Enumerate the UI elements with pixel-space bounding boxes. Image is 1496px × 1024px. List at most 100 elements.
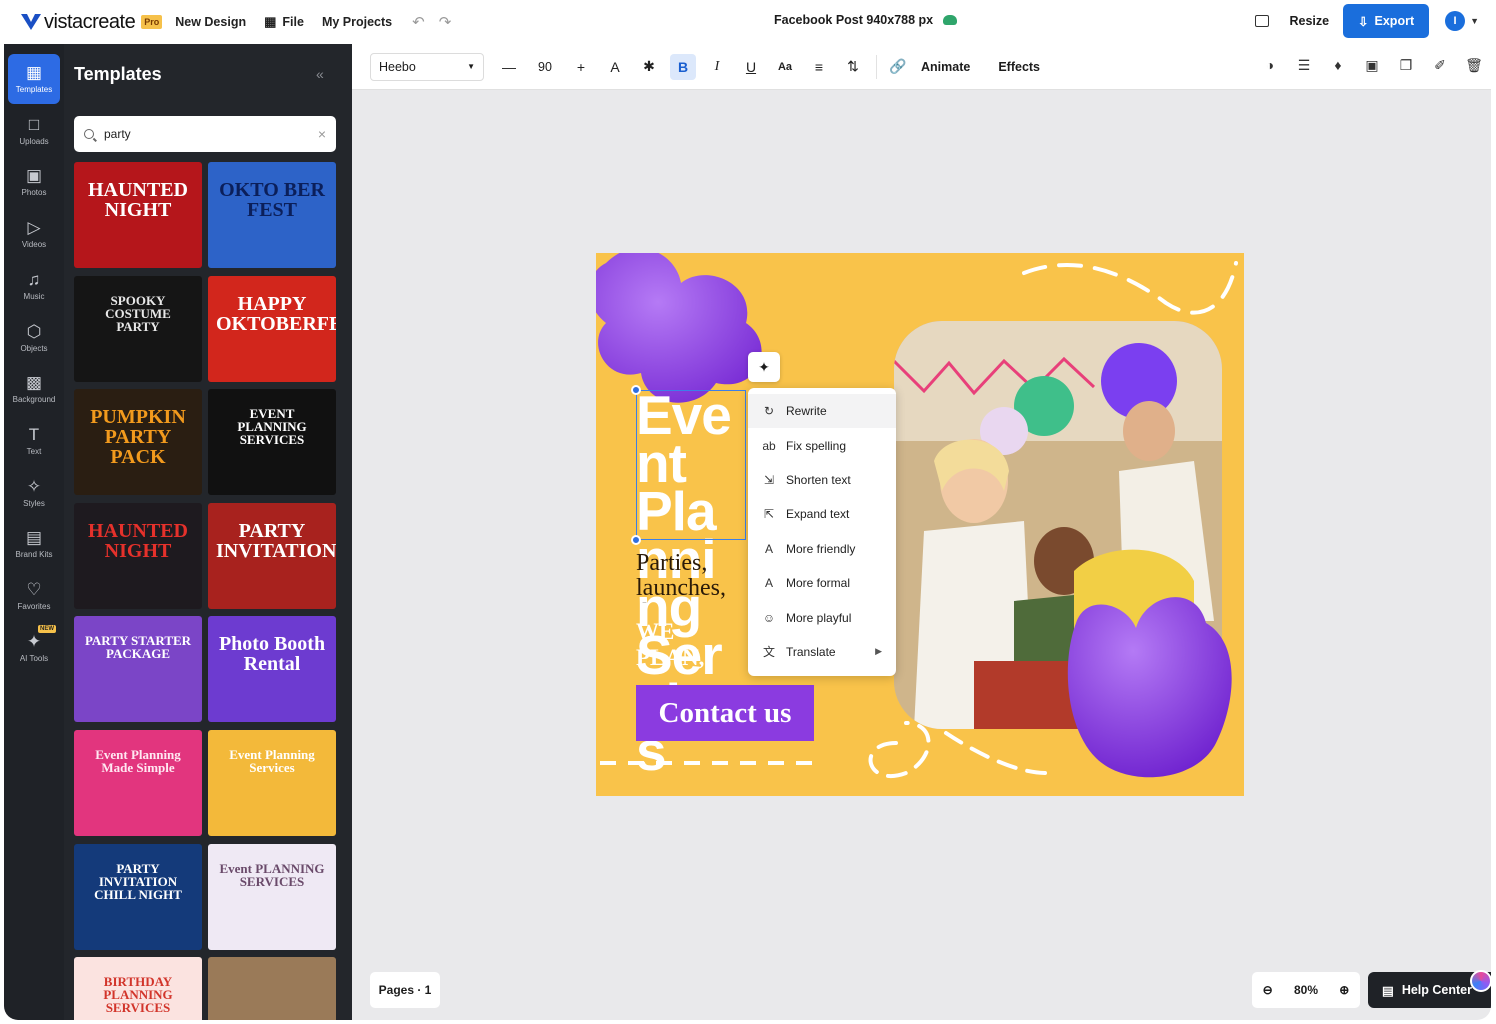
font-family-select[interactable]: Heebo ▼ bbox=[370, 52, 484, 81]
animate-button[interactable]: Animate bbox=[921, 60, 970, 74]
export-button[interactable]: ⇩ Export bbox=[1343, 4, 1430, 38]
toolbar-divider bbox=[876, 54, 877, 79]
purple-blob-shape[interactable] bbox=[1066, 583, 1244, 796]
template-card[interactable]: PARTY INVITATION bbox=[208, 502, 336, 609]
comment-icon[interactable] bbox=[1255, 15, 1270, 27]
template-card[interactable]: PUMPKIN PARTY PACK bbox=[74, 389, 202, 496]
resize-handle-top[interactable] bbox=[631, 385, 641, 395]
rail-item-music[interactable]: ♫ Music bbox=[8, 261, 60, 311]
ai-menu-item-label: More formal bbox=[786, 576, 851, 591]
template-card[interactable]: Event PLANNING SERVICES bbox=[208, 843, 336, 950]
template-card[interactable]: Photo Booth Rental bbox=[208, 616, 336, 723]
file-menu[interactable]: ▦ File bbox=[264, 14, 304, 30]
ai-menu-item-more-playful[interactable]: ☺ More playful bbox=[748, 600, 896, 634]
italic-button[interactable]: I bbox=[704, 54, 730, 80]
new-design-button[interactable]: New Design bbox=[175, 15, 246, 29]
align-icon[interactable]: ≡ bbox=[806, 54, 832, 80]
brand-logo[interactable]: vistacreate Pro bbox=[20, 11, 163, 34]
design-subcopy[interactable]: Parties, launches, dinners, more bbox=[636, 551, 746, 603]
link-icon[interactable]: 🔗 bbox=[885, 54, 911, 80]
zoom-in-icon[interactable]: ⊕ bbox=[1339, 983, 1349, 997]
template-card[interactable]: HAUNTED NIGHT bbox=[74, 502, 202, 609]
template-card[interactable]: Event Planning Made Simple bbox=[74, 730, 202, 836]
resize-handle-bottom[interactable] bbox=[631, 535, 641, 545]
pages-button[interactable]: Pages · 1 bbox=[370, 972, 440, 1008]
grid-icon: ▦ bbox=[264, 14, 277, 29]
search-value: party bbox=[104, 127, 131, 141]
ai-menu-item-fix-spelling[interactable]: ab Fix spelling bbox=[748, 428, 896, 462]
underline-button[interactable]: U bbox=[738, 54, 764, 80]
template-title: EVENT PLANNING SERVICES bbox=[237, 406, 307, 448]
chevron-down-icon: ▼ bbox=[467, 62, 475, 71]
resize-button[interactable]: Resize bbox=[1289, 14, 1329, 28]
style-copy-icon[interactable]: ◑ bbox=[1261, 56, 1279, 74]
ai-menu-item-rewrite[interactable]: ↻ Rewrite bbox=[748, 394, 896, 429]
rail-item-background[interactable]: ▩ Background bbox=[8, 364, 60, 414]
design-tagline[interactable]: WE PLAN, YOU ENJOY bbox=[636, 619, 746, 673]
template-card[interactable]: HAPPY OKTOBERFEST bbox=[208, 275, 336, 382]
template-card[interactable]: Event Planning Services bbox=[208, 730, 336, 836]
template-card[interactable]: PARTY STARTER PACKAGE bbox=[74, 616, 202, 723]
line-spacing-icon[interactable]: ⇅ bbox=[840, 54, 866, 80]
magic-wand-icon: ✦ bbox=[758, 358, 770, 375]
template-title: PARTY INVITATION bbox=[216, 519, 336, 562]
template-card[interactable] bbox=[208, 957, 336, 1020]
design-canvas[interactable]: Event Planning Services Parties, launche… bbox=[596, 253, 1244, 796]
rail-item-videos[interactable]: ▷ Videos bbox=[8, 209, 60, 259]
template-card[interactable]: SPOOKY COSTUME PARTY bbox=[74, 275, 202, 382]
ai-menu-item-expand-text[interactable]: ⇱ Expand text bbox=[748, 497, 896, 531]
brush-icon[interactable]: ✐ bbox=[1431, 56, 1449, 74]
contact-us-button[interactable]: Contact us bbox=[636, 685, 814, 741]
position-icon[interactable]: ♦ bbox=[1329, 56, 1347, 74]
rail-item-ai-tools[interactable]: ✦ AI Tools NEW bbox=[8, 623, 60, 673]
collapse-panel-icon[interactable]: « bbox=[316, 66, 324, 82]
effects-button[interactable]: Effects bbox=[998, 60, 1040, 74]
template-search-input[interactable]: party × bbox=[74, 116, 336, 152]
bold-button[interactable]: B bbox=[670, 53, 696, 80]
template-card[interactable]: EVENT PLANNING SERVICES bbox=[208, 389, 336, 496]
export-label: Export bbox=[1374, 14, 1415, 28]
clear-search-icon[interactable]: × bbox=[318, 126, 326, 142]
trash-icon[interactable]: 🗑 bbox=[1465, 56, 1483, 74]
chevron-down-icon[interactable]: ▼ bbox=[1470, 16, 1479, 26]
template-card[interactable]: HAUNTED NIGHT bbox=[74, 162, 202, 268]
template-card[interactable]: BIRTHDAY PLANNING SERVICES bbox=[74, 957, 202, 1020]
ai-magic-button[interactable]: ✦ bbox=[748, 352, 780, 382]
play-icon: ▷ bbox=[27, 218, 41, 238]
rail-item-uploads[interactable]: □ Uploads bbox=[8, 106, 60, 156]
ai-menu-item-more-friendly[interactable]: A More friendly bbox=[748, 532, 896, 566]
ai-menu-item-more-formal[interactable]: A More formal bbox=[748, 566, 896, 600]
zoom-out-icon[interactable]: ⊖ bbox=[1263, 983, 1273, 997]
rail-item-favorites[interactable]: ♡ Favorites bbox=[8, 571, 60, 621]
document-title[interactable]: Facebook Post 940x788 px bbox=[774, 13, 958, 27]
rail-item-objects[interactable]: ⬡ Objects bbox=[8, 313, 60, 363]
template-card[interactable]: PARTY INVITATION CHILL NIGHT bbox=[74, 843, 202, 950]
ai-menu-item-translate[interactable]: 文 Translate ▶ bbox=[748, 635, 896, 669]
template-card[interactable]: OKTO BER FEST bbox=[208, 162, 336, 268]
ai-menu-item-label: Rewrite bbox=[786, 404, 827, 419]
rail-item-text[interactable]: T Text bbox=[8, 416, 60, 466]
duplicate-icon[interactable]: ❐ bbox=[1397, 56, 1415, 74]
layers-icon[interactable]: ☰ bbox=[1295, 56, 1313, 74]
assistant-badge-icon[interactable] bbox=[1470, 970, 1491, 992]
rail-item-styles[interactable]: ✧ Styles bbox=[8, 468, 60, 518]
avatar[interactable]: I bbox=[1445, 11, 1466, 31]
rail-item-photos[interactable]: ▣ Photos bbox=[8, 157, 60, 207]
redo-icon[interactable]: ↷ bbox=[439, 13, 452, 31]
rail-item-label: Uploads bbox=[19, 136, 49, 146]
my-projects-link[interactable]: My Projects bbox=[322, 15, 392, 29]
increase-font-size-button[interactable]: + bbox=[568, 54, 594, 80]
text-selection-box bbox=[636, 390, 746, 540]
lock-icon[interactable]: ▣ bbox=[1363, 56, 1381, 74]
zoom-level[interactable]: 80% bbox=[1294, 983, 1318, 997]
highlight-icon[interactable]: ✱ bbox=[636, 54, 662, 80]
image-icon: ▣ bbox=[25, 166, 43, 186]
rail-item-templates[interactable]: ▦ Templates bbox=[8, 54, 60, 104]
font-size-input[interactable]: 90 bbox=[530, 60, 560, 74]
decrease-font-size-button[interactable]: — bbox=[496, 54, 522, 80]
ai-menu-item-shorten-text[interactable]: ⇲ Shorten text bbox=[748, 463, 896, 497]
undo-icon[interactable]: ↶ bbox=[412, 13, 425, 31]
rail-item-brand-kits[interactable]: ▤ Brand Kits bbox=[8, 519, 60, 569]
case-button[interactable]: Aa bbox=[772, 54, 798, 80]
text-color-icon[interactable]: A bbox=[602, 54, 628, 80]
